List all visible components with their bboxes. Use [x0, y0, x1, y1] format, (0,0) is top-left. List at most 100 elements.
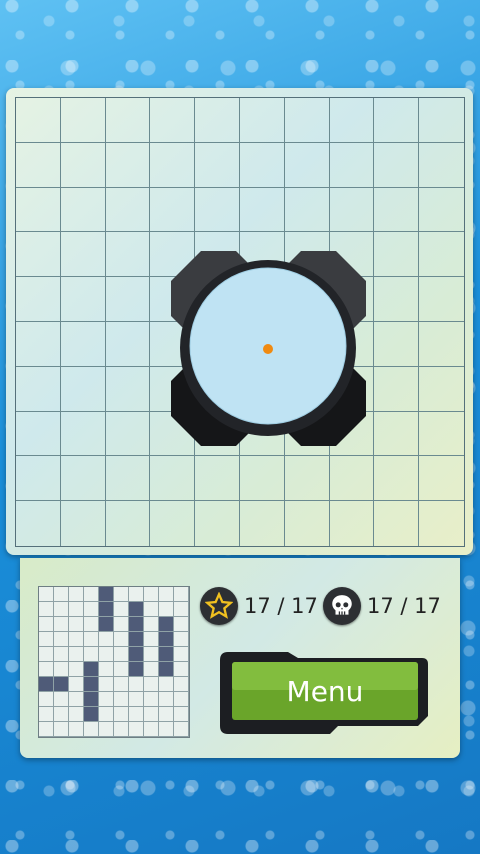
board-cell[interactable]: [16, 142, 61, 188]
minimap-cell: [39, 662, 54, 677]
board-cell[interactable]: [374, 98, 420, 143]
minimap-cell: [159, 707, 174, 722]
board-cell[interactable]: [106, 501, 151, 546]
board-cell[interactable]: [16, 501, 61, 546]
board-cell[interactable]: [374, 232, 420, 278]
board-cell[interactable]: [284, 187, 330, 233]
board-cell[interactable]: [150, 456, 196, 502]
board-cell[interactable]: [284, 142, 330, 188]
status-panel: 17 / 17 17 / 17 Menu: [20, 558, 460, 758]
board-cell[interactable]: [16, 456, 61, 502]
board-cell[interactable]: [374, 142, 420, 188]
board-cell[interactable]: [419, 143, 464, 188]
minimap-cell: [69, 587, 84, 602]
board-cell[interactable]: [150, 142, 196, 188]
minimap-cell: [99, 722, 114, 737]
board-cell[interactable]: [374, 366, 420, 412]
board-cell[interactable]: [195, 98, 240, 143]
minimap-cell-filled: [159, 632, 174, 647]
board-cell[interactable]: [105, 232, 151, 278]
board-cell[interactable]: [419, 277, 464, 322]
board-cell[interactable]: [374, 321, 420, 367]
minimap-cell: [144, 632, 159, 647]
board-cell[interactable]: [419, 98, 464, 143]
board-cell[interactable]: [239, 98, 285, 143]
board-cell[interactable]: [284, 98, 330, 143]
board-cell[interactable]: [195, 501, 240, 546]
board-cell[interactable]: [195, 456, 240, 502]
board-cell[interactable]: [60, 456, 106, 502]
minimap-cell-filled: [99, 602, 114, 617]
board-cell[interactable]: [329, 456, 375, 502]
board-cell[interactable]: [374, 501, 420, 546]
board-cell[interactable]: [16, 277, 61, 322]
minimap-cell: [54, 632, 69, 647]
minimap-cell: [174, 677, 189, 692]
board-cell[interactable]: [329, 187, 375, 233]
board-cell[interactable]: [16, 232, 61, 278]
board-cell[interactable]: [60, 277, 106, 322]
board-cell[interactable]: [105, 456, 151, 502]
board-cell[interactable]: [60, 232, 106, 278]
skull-icon: [323, 587, 361, 625]
board-cell[interactable]: [419, 412, 464, 457]
board-cell[interactable]: [285, 501, 330, 546]
board-cell[interactable]: [239, 187, 285, 233]
crosshair-cursor[interactable]: [166, 246, 371, 451]
board-cell[interactable]: [60, 187, 106, 233]
board-cell[interactable]: [239, 142, 285, 188]
board-cell[interactable]: [16, 187, 61, 233]
board-cell[interactable]: [419, 501, 464, 546]
board-cell[interactable]: [374, 456, 420, 502]
board-cell[interactable]: [329, 142, 375, 188]
minimap-cell: [174, 722, 189, 737]
board-cell[interactable]: [60, 321, 106, 367]
board-cell[interactable]: [419, 232, 464, 278]
board-cell[interactable]: [329, 98, 375, 143]
board-cell[interactable]: [60, 98, 106, 143]
board-cell[interactable]: [239, 456, 285, 502]
board-cell[interactable]: [150, 187, 196, 233]
board-cell[interactable]: [105, 98, 151, 143]
minimap-cell: [54, 692, 69, 707]
board-cell[interactable]: [195, 142, 240, 188]
board-cell[interactable]: [240, 501, 285, 546]
board-cell[interactable]: [419, 456, 464, 502]
board-cell[interactable]: [374, 277, 420, 322]
minimap-cell: [54, 602, 69, 617]
minimap-cell: [39, 647, 54, 662]
minimap-cell: [114, 647, 129, 662]
minimap-cell: [114, 692, 129, 707]
board-cell[interactable]: [195, 187, 240, 233]
board-cell[interactable]: [16, 366, 61, 412]
board-cell[interactable]: [150, 501, 196, 546]
board-cell[interactable]: [374, 187, 420, 233]
board-cell[interactable]: [105, 277, 151, 322]
board-cell[interactable]: [60, 142, 106, 188]
board-cell[interactable]: [105, 366, 151, 412]
board-cell[interactable]: [60, 366, 106, 412]
minimap-cell: [69, 617, 84, 632]
board-cell[interactable]: [150, 98, 196, 143]
minimap-cell: [144, 722, 159, 737]
board-cell[interactable]: [419, 367, 464, 412]
board-cell[interactable]: [374, 411, 420, 457]
minimap-cell: [99, 677, 114, 692]
board-cell[interactable]: [16, 98, 61, 143]
board-cell[interactable]: [60, 411, 106, 457]
board-cell[interactable]: [16, 411, 61, 457]
board-cell[interactable]: [105, 411, 151, 457]
board-cell[interactable]: [105, 187, 151, 233]
board-cell[interactable]: [419, 188, 464, 233]
minimap-cell: [144, 662, 159, 677]
menu-button[interactable]: Menu: [218, 650, 430, 736]
board-cell[interactable]: [105, 142, 151, 188]
minimap-cell: [84, 722, 99, 737]
board-cell[interactable]: [284, 456, 330, 502]
board-cell[interactable]: [105, 321, 151, 367]
board-cell[interactable]: [61, 501, 106, 546]
minimap-cell-filled: [99, 617, 114, 632]
board-cell[interactable]: [330, 501, 375, 546]
board-cell[interactable]: [16, 321, 61, 367]
board-cell[interactable]: [419, 322, 464, 367]
